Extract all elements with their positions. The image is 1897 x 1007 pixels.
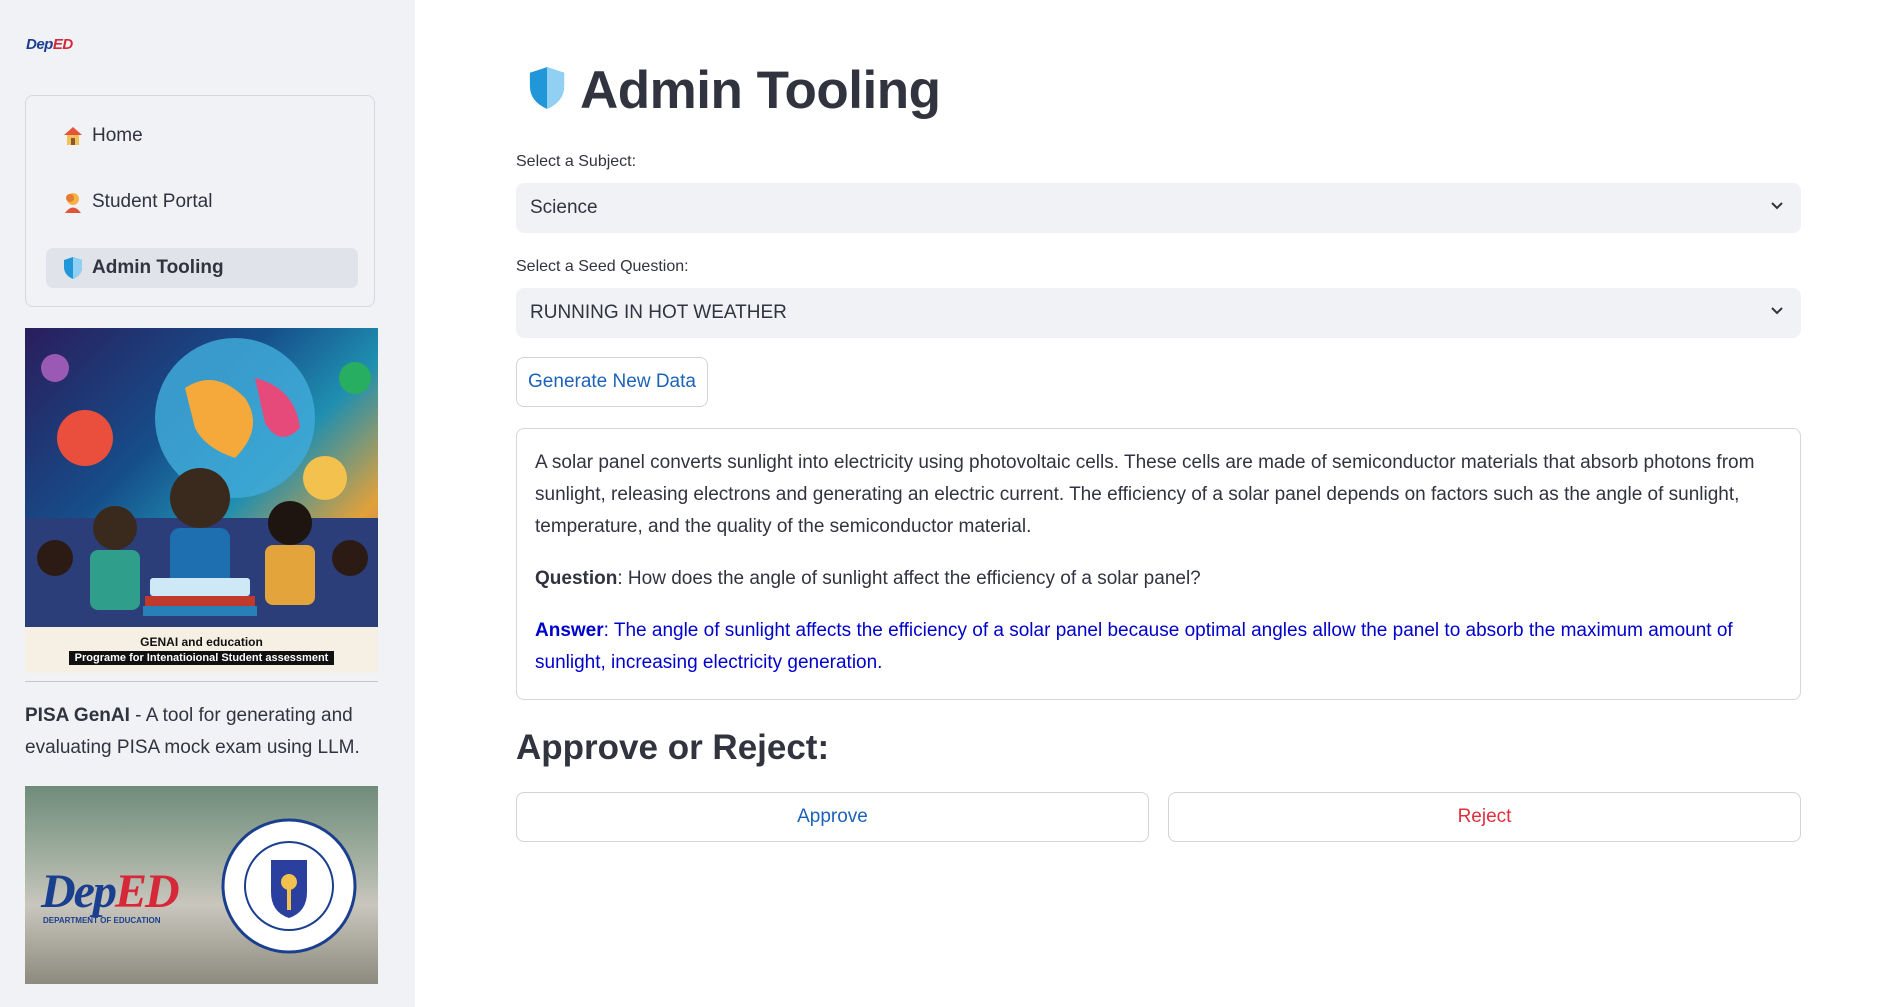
about-text: PISA GenAI - A tool for generating and e… [25, 700, 385, 764]
deped-logo: DepED [26, 36, 73, 53]
question-label: Question [535, 568, 618, 589]
deped-banner-dep: Dep [41, 865, 117, 918]
passage-text: A solar panel converts sunlight into ele… [535, 452, 1755, 537]
deped-banner-logo: DepED [41, 864, 180, 919]
subject-select[interactable]: Science [516, 183, 1801, 233]
hero-caption-line2: Programe for Intenatioional Student asse… [68, 651, 335, 665]
answer-label: Answer [535, 620, 604, 641]
approve-button[interactable]: Approve [516, 792, 1149, 842]
divider [25, 681, 378, 682]
hero-illustration [25, 338, 378, 628]
student-icon [60, 189, 86, 215]
deped-seal-icon [221, 818, 357, 954]
house-icon [60, 123, 86, 149]
generated-question-card: A solar panel converts sunlight into ele… [516, 428, 1801, 700]
subject-select-value: Science [530, 197, 598, 218]
page-title: Admin Tooling [580, 61, 941, 120]
sidebar-item-home[interactable]: Home [46, 116, 358, 156]
seed-question-select[interactable]: RUNNING IN HOT WEATHER [516, 288, 1801, 338]
sidebar-item-label: Home [92, 125, 143, 146]
reject-button[interactable]: Reject [1168, 792, 1801, 842]
sidebar-item-label: Student Portal [92, 191, 213, 212]
subject-label: Select a Subject: [516, 153, 637, 170]
logo-text-dep: Dep [26, 36, 53, 53]
deped-banner-subtitle: DEPARTMENT OF EDUCATION [43, 916, 161, 925]
sidebar-item-label: Admin Tooling [92, 257, 224, 278]
chevron-down-icon [1769, 302, 1785, 324]
about-title: PISA GenAI [25, 705, 130, 726]
sidebar: DepED Home Student Portal Admin Tooling [0, 0, 415, 1007]
question-body: : How does the angle of sunlight affect … [617, 568, 1201, 589]
shield-icon [60, 255, 86, 281]
sidebar-nav: Home Student Portal Admin Tooling [25, 95, 375, 307]
deped-banner-ed: ED [114, 865, 180, 918]
deped-banner-image: DepED DEPARTMENT OF EDUCATION [25, 786, 378, 984]
answer-body: : The angle of sunlight affects the effi… [535, 620, 1733, 673]
pisa-hero-image: GENAI and education Programe for Intenat… [25, 328, 378, 673]
seed-question-label: Select a Seed Question: [516, 258, 689, 275]
hero-caption: GENAI and education Programe for Intenat… [25, 627, 378, 673]
sidebar-item-admin-tooling[interactable]: Admin Tooling [46, 248, 358, 288]
question-text: Question: How does the angle of sunlight… [535, 563, 1782, 595]
shield-icon [528, 63, 566, 118]
hero-caption-line1: GENAI and education [140, 635, 263, 649]
logo-text-ed: ED [52, 36, 73, 53]
chevron-down-icon [1769, 197, 1785, 219]
sidebar-item-student-portal[interactable]: Student Portal [46, 182, 358, 222]
seed-question-select-value: RUNNING IN HOT WEATHER [530, 302, 787, 323]
page-header: Admin Tooling [528, 60, 941, 121]
generate-new-data-button[interactable]: Generate New Data [516, 357, 708, 407]
approve-reject-heading: Approve or Reject: [516, 728, 830, 767]
answer-text: Answer: The angle of sunlight affects th… [535, 615, 1782, 679]
